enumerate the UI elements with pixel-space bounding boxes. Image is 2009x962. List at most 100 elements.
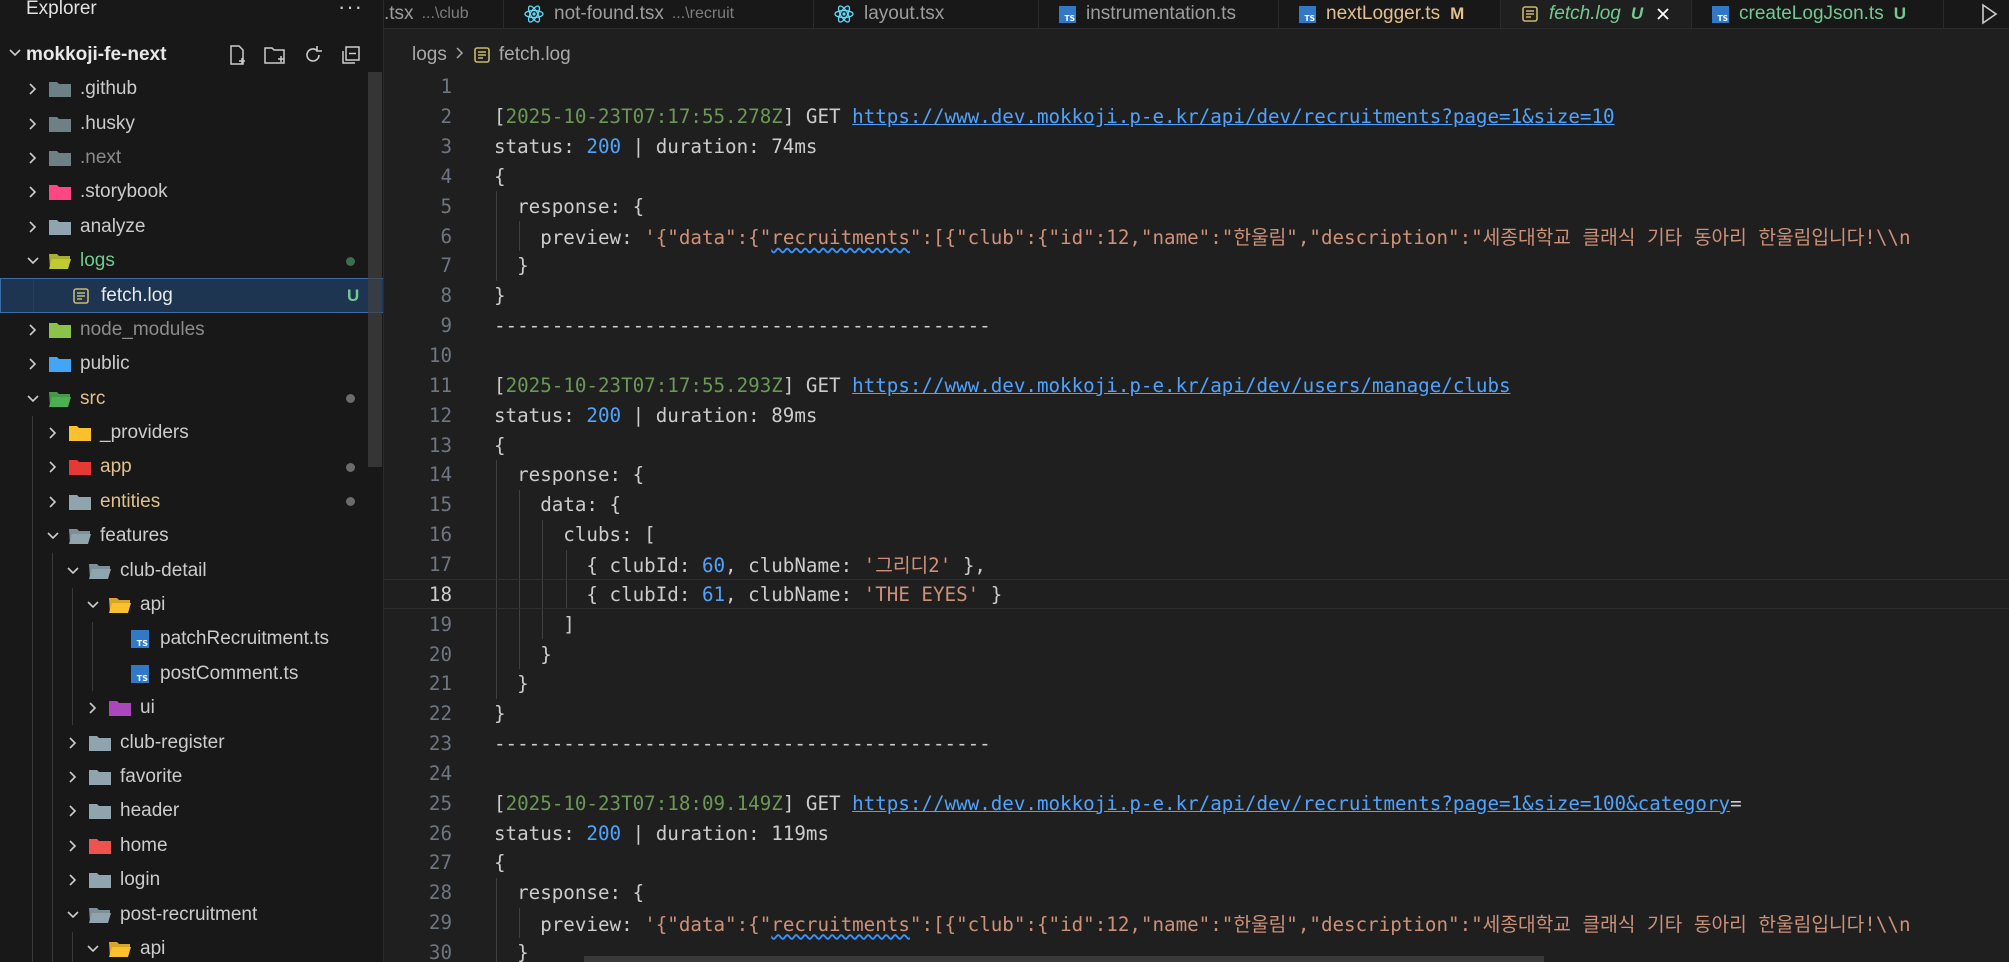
code-line[interactable]: 16 clubs: [	[384, 519, 2009, 550]
tree-folder[interactable]: api	[0, 587, 383, 623]
run-icon[interactable]	[1979, 3, 1999, 30]
code-line[interactable]: 22}	[384, 699, 2009, 729]
editor-tab[interactable]: TS instrumentation.ts	[1039, 0, 1279, 28]
tree-folder[interactable]: favorite	[0, 759, 383, 795]
code-line[interactable]: 23 --------------------------------------…	[384, 729, 2009, 759]
code-line[interactable]: 30 }	[384, 937, 2009, 962]
code-line[interactable]: 19 ]	[384, 609, 2009, 640]
indent-guide	[52, 828, 53, 863]
code-line[interactable]: 6 preview: '{"data":{"recruitments":[{"c…	[384, 221, 2009, 252]
code-line[interactable]: 10	[384, 341, 2009, 371]
tree-folder[interactable]: entities	[0, 484, 383, 520]
tree-folder[interactable]: public	[0, 347, 383, 381]
close-icon[interactable]	[1655, 6, 1671, 22]
refresh-icon[interactable]	[300, 42, 326, 68]
code-line[interactable]: 1	[384, 72, 2009, 102]
code-token[interactable]: https://www.dev.mokkoji.p-e.kr/api/dev/u…	[852, 374, 1510, 397]
editor-tab[interactable]: TS nextLogger.ts M	[1279, 0, 1501, 28]
indent-guide	[52, 656, 53, 692]
chevron-right-icon	[26, 357, 40, 371]
code-token[interactable]: https://www.dev.mokkoji.p-e.kr/api/dev/r…	[852, 792, 1730, 815]
code-token: 2025-10-23T07:17:55.278Z	[505, 105, 783, 129]
line-number: 30	[428, 941, 452, 962]
code-line[interactable]: 29 preview: '{"data":{"recruitments":[{"…	[384, 907, 2009, 938]
tree-file[interactable]: fetch.log U	[0, 278, 383, 313]
tree-folder[interactable]: .storybook	[0, 175, 383, 209]
chevron-right-icon	[26, 185, 40, 199]
line-number: 15	[428, 493, 452, 517]
code-line[interactable]: 13 {	[384, 430, 2009, 460]
code-line[interactable]: 11 [2025-10-23T07:17:55.293Z] GET https:/…	[384, 371, 2009, 401]
code-line[interactable]: 3 status: 200 | duration: 74ms	[384, 132, 2009, 162]
tree-folder[interactable]: home	[0, 828, 383, 863]
line-number: 21	[428, 672, 452, 696]
code-line[interactable]: 26 status: 200 | duration: 119ms	[384, 818, 2009, 848]
breadcrumb-file[interactable]: fetch.log	[499, 44, 571, 66]
code-line[interactable]: 14 response: {	[384, 460, 2009, 490]
code-line[interactable]: 21 }	[384, 669, 2009, 699]
tree-file[interactable]: TS postComment.ts	[0, 656, 383, 692]
tree-folder[interactable]: header	[0, 794, 383, 829]
tree-folder[interactable]: app	[0, 450, 383, 485]
editor-tab[interactable]: layout.tsx	[814, 0, 1039, 28]
code-line[interactable]: 9 ---------------------------------------…	[384, 311, 2009, 341]
chevron-right-icon	[66, 770, 80, 784]
code-line[interactable]: 25 [2025-10-23T07:18:09.149Z] GET https:/…	[384, 788, 2009, 818]
code-token[interactable]: https://www.dev.mokkoji.p-e.kr/api/dev/r…	[852, 105, 1614, 128]
tree-folder[interactable]: post-recruitment	[0, 897, 383, 932]
code-line[interactable]: 5 response: {	[384, 191, 2009, 222]
code-editor[interactable]: 1 2 [2025-10-23T07:17:55.278Z] GET https:/…	[384, 72, 2009, 962]
code-line[interactable]: 20 }	[384, 639, 2009, 669]
tree-folder[interactable]: club-detail	[0, 553, 383, 588]
editor-tab[interactable]: .tsx ...\club	[384, 0, 504, 28]
tree-folder[interactable]: src	[0, 382, 383, 416]
code-line[interactable]: 8}	[384, 281, 2009, 311]
tree-folder[interactable]: logs	[0, 244, 383, 278]
folder-icon	[68, 492, 92, 512]
tree-item-label: club-detail	[120, 559, 207, 581]
tab-git-status: M	[1450, 4, 1465, 23]
tree-folder[interactable]: analyze	[0, 210, 383, 244]
code-line[interactable]: 2 [2025-10-23T07:17:55.278Z] GET https://…	[384, 102, 2009, 132]
new-file-icon[interactable]	[224, 42, 250, 68]
code-line[interactable]: 7 }	[384, 251, 2009, 281]
chevron-right-icon	[66, 839, 80, 853]
tree-folder[interactable]: api	[0, 931, 383, 962]
git-status-dot	[346, 497, 355, 507]
tree-item-label: ui	[140, 697, 155, 719]
code-line[interactable]: 12 status: 200 | duration: 89ms	[384, 400, 2009, 430]
breadcrumb-folder[interactable]: logs	[412, 44, 447, 66]
new-folder-icon[interactable]	[262, 42, 288, 68]
code-line[interactable]: 28 response: {	[384, 877, 2009, 908]
collapse-all-icon[interactable]	[338, 42, 364, 68]
tree-folder[interactable]: node_modules	[0, 313, 383, 347]
more-actions-icon[interactable]: ···	[338, 0, 363, 18]
workspace-root[interactable]: mokkoji-fe-next	[0, 38, 383, 72]
tree-folder[interactable]: ui	[0, 691, 383, 726]
editor-tab[interactable]: TS createLogJson.ts U	[1692, 0, 1944, 28]
sidebar-scrollbar[interactable]	[368, 72, 382, 467]
editor-tab[interactable]: not-found.tsx ...\recruit	[504, 0, 814, 28]
tree-folder[interactable]: .husky	[0, 106, 383, 140]
tree-folder[interactable]: club-register	[0, 725, 383, 760]
tree-item-label: .storybook	[80, 181, 168, 203]
husky-folder-icon	[48, 114, 72, 134]
tree-folder[interactable]: _providers	[0, 415, 383, 451]
line-number: 20	[428, 642, 452, 666]
code-line[interactable]: 17 { clubId: 60, clubName: '그리디2' },	[384, 549, 2009, 580]
code-line[interactable]: 24	[384, 759, 2009, 789]
editor-tab[interactable]: fetch.log U	[1501, 0, 1692, 28]
code-line[interactable]: 18 { clubId: 61, clubName: 'THE EYES' }	[384, 579, 2009, 610]
tree-folder[interactable]: .next	[0, 141, 383, 175]
code-line[interactable]: 15 data: {	[384, 489, 2009, 520]
tree-folder[interactable]: .github	[0, 72, 383, 106]
code-token: '{"data":{"	[644, 912, 772, 936]
chevron-down-icon[interactable]	[8, 44, 21, 66]
folder-open-icon	[88, 905, 112, 925]
tree-file[interactable]: TS patchRecruitment.ts	[0, 622, 383, 657]
tree-folder[interactable]: login	[0, 862, 383, 898]
code-line[interactable]: 27 {	[384, 848, 2009, 878]
chevron-right-icon	[455, 46, 465, 65]
code-line[interactable]: 4{	[384, 162, 2009, 192]
tree-folder[interactable]: features	[0, 519, 383, 554]
